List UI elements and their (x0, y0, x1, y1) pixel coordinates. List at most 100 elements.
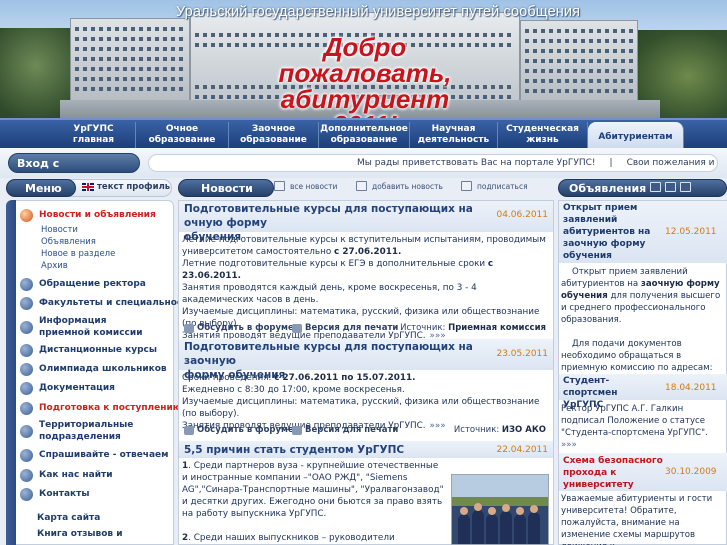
submenu-announcements[interactable]: Объявления (41, 237, 96, 247)
discuss-forum-link[interactable]: Обсудить в форуме (184, 425, 294, 435)
menu-item-olympiad[interactable]: Олимпиада школьников (20, 360, 167, 378)
news-title-line1: Подготовительные курсы для поступающих н… (184, 341, 473, 367)
announcements-heading: Объявления (558, 179, 727, 197)
menu-item-label: Как нас найти (39, 470, 113, 480)
discuss-forum-link[interactable]: Обсудить в форуме (184, 323, 294, 333)
list-icon[interactable] (650, 182, 661, 192)
left-menu-bar (6, 200, 16, 545)
bullet-icon (20, 362, 33, 376)
menu-item-distance-courses[interactable]: Дистанционные курсы (20, 341, 157, 359)
news-tool-subscribe[interactable]: подписаться (461, 179, 528, 193)
news-item-3-title[interactable]: 5,5 причин стать студентом УрГУПС (184, 443, 484, 457)
tab-label-line1: Абитуриентам (598, 131, 673, 142)
news-text-bold: Занятия проводятся каждый день, кроме во… (182, 283, 477, 305)
tab-label-line1: Очное (165, 124, 199, 134)
tab-label-line2: образование (240, 135, 307, 145)
envelope-icon[interactable] (680, 182, 691, 192)
submenu-new-in-section[interactable]: Новое в разделе (41, 249, 115, 259)
menu-guestbook-link[interactable]: Книга отзывов и (37, 529, 123, 539)
news-item-3-date: 22.04.2011 (496, 445, 548, 455)
bullet-icon (20, 487, 33, 501)
menu-item-label: Информация приемной комиссии (39, 316, 143, 338)
more-link[interactable]: »»» (561, 440, 577, 450)
menu-item-faculties[interactable]: Факультеты и специальности (20, 294, 194, 312)
news-item-2-footer: Обсудить в форуме Версия для печати Исто… (182, 425, 550, 437)
submenu-archive[interactable]: Архив (41, 261, 68, 271)
bullet-icon (20, 468, 33, 482)
news-tool-all[interactable]: все новости (274, 179, 337, 193)
bullet-icon (20, 296, 33, 310)
news-item-1-date: 04.06.2011 (496, 210, 548, 220)
ticker-text: Мы рады приветствовать Вас на портале Ур… (357, 158, 596, 168)
bullet-icon (20, 381, 33, 395)
graduates-photo (451, 474, 549, 545)
menu-item-admissions-info[interactable]: Информация приемной комиссии (20, 314, 160, 340)
announcement-2-date: 18.04.2011 (665, 383, 717, 393)
announcement-text: Для подачи документов необходимо обращат… (561, 339, 713, 373)
announcement-2-body: Ректор УрГУПС А.Г. Галкин подписал Полож… (561, 403, 725, 451)
news-source: Источник: ИЗО АКО (454, 425, 546, 435)
bullet-icon (20, 320, 33, 334)
tab-label-line2: деятельность (417, 135, 490, 145)
menu-item-rector-address[interactable]: Обращение ректора (20, 275, 146, 293)
tab-label-line1: Студенческая (506, 124, 579, 134)
login-bar: Вход с авторизацией Мы рады приветствова… (0, 148, 727, 190)
add-icon (356, 181, 367, 191)
menu-item-faq[interactable]: Спрашивайте - отвечаем (20, 446, 169, 464)
source-value: ИЗО АКО (501, 425, 546, 435)
forum-icon (184, 425, 194, 435)
menu-item-documentation[interactable]: Документация (20, 379, 115, 397)
university-building-right (520, 20, 638, 104)
tab-label-line2: жизнь (526, 135, 559, 145)
menu-item-news-announcements[interactable]: Новости и объявления (20, 206, 156, 224)
bullet-icon (20, 401, 33, 415)
tab-label-line2: образование (330, 135, 398, 145)
tab-science[interactable]: Научная деятельность (410, 122, 498, 148)
announcement-3-title[interactable]: Схема безопасного прохода к университету (563, 455, 663, 491)
menu-item-preparation[interactable]: Подготовка к поступлению (20, 399, 182, 417)
news-text: Изучаемые дисциплины: математика, русски… (182, 397, 540, 419)
announcement-3-body: Уважаемые абитуриенты и гости университе… (561, 494, 713, 545)
tab-additional[interactable]: Дополнительное образование (319, 122, 410, 148)
print-version-link[interactable]: Версия для печати (292, 425, 398, 435)
submenu-news[interactable]: Новости (41, 225, 78, 235)
menu-item-contacts[interactable]: Контакты (20, 485, 90, 503)
announcement-1-title[interactable]: Открыт прием заявлений абитуриентов на з… (563, 202, 653, 262)
news-heading: Новости (178, 179, 274, 197)
tab-part-time[interactable]: Заочное образование (229, 122, 319, 148)
menu-item-how-to-find[interactable]: Как нас найти (20, 466, 113, 484)
menu-item-label: Олимпиада школьников (39, 364, 167, 374)
uk-flag-icon[interactable] (82, 183, 94, 191)
text-profile-link[interactable]: текст профиль (97, 182, 170, 192)
news-text: . Среди наших выпускников – руководители… (188, 533, 395, 543)
menu-item-label: Новости и объявления (39, 210, 156, 220)
source-value: Приемная комиссия (448, 323, 546, 333)
footer-label: Версия для печати (305, 425, 399, 435)
bullet-icon (20, 424, 33, 438)
welcome-line-1: Добро пожаловать, (278, 32, 452, 88)
news-tool-label: добавить новость (372, 181, 443, 191)
tab-full-time[interactable]: Очное образование (136, 122, 229, 148)
ticker-text-2: Свои пожелания и заі (626, 158, 717, 168)
bullet-icon (20, 208, 33, 222)
menu-sitemap-link[interactable]: Карта сайта (37, 513, 100, 523)
menu-item-territorial[interactable]: Территориальные подразделения (20, 418, 140, 444)
tab-student-life[interactable]: Студенческая жизнь (498, 122, 588, 148)
footer-label: Версия для печати (305, 323, 399, 333)
print-version-link[interactable]: Версия для печати (292, 323, 398, 333)
welcome-banner: Добро пожаловать, абитуриент 2011! (250, 34, 480, 122)
menu-item-label: Дистанционные курсы (39, 345, 158, 355)
news-item-1-footer: Обсудить в форуме Версия для печати Исто… (182, 323, 550, 335)
news-tool-label: все новости (290, 181, 338, 191)
add-icon[interactable] (665, 182, 676, 192)
news-tool-label: подписаться (477, 181, 528, 191)
tab-urgups-home[interactable]: УрГУПС главная (52, 122, 136, 148)
news-tool-add[interactable]: добавить новость (356, 179, 443, 193)
footer-label: Обсудить в форуме (197, 425, 294, 435)
news-text: . Среди партнеров вуза - крупнейшие отеч… (182, 461, 444, 519)
login-button[interactable]: Вход с авторизацией (8, 153, 140, 190)
main-navigation: УрГУПС главная Очное образование Заочное об… (0, 118, 727, 152)
footer-label: Обсудить в форуме (197, 323, 294, 333)
menu-item-label: Факультеты и специальности (39, 298, 194, 308)
ticker-separator: | (609, 158, 613, 168)
